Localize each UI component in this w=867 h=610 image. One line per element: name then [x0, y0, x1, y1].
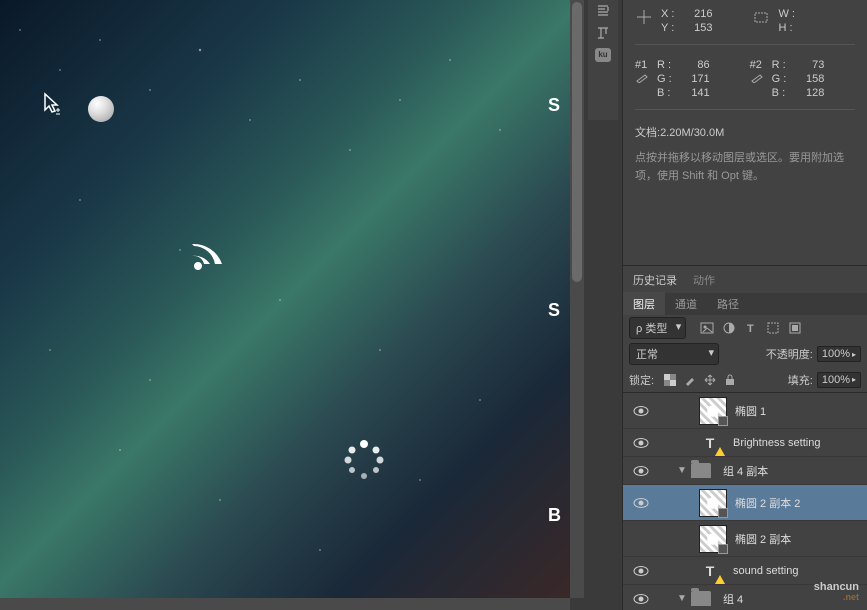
character-tool-icon[interactable] [596, 26, 610, 40]
info-x-value: 216 [682, 8, 712, 20]
tool-hint: 点按并拖移以移动图层或选区。要用附加选项，使用 Shift 和 Opt 键。 [635, 150, 855, 185]
tab-layers[interactable]: 图层 [623, 292, 665, 316]
sample2-b: 128 [794, 87, 824, 99]
actions-tab[interactable]: 动作 [693, 272, 715, 288]
move-cursor-icon [42, 92, 62, 118]
panel-tabs: 图层 通道 路径 [622, 293, 867, 315]
filter-shape-icon[interactable] [766, 321, 780, 335]
collapsed-tool-column: ku [588, 0, 618, 120]
loading-spinner-icon [342, 438, 386, 485]
visibility-toggle[interactable] [627, 405, 655, 417]
folder-icon [691, 591, 711, 606]
sample1-g: 171 [680, 73, 710, 85]
horizontal-scrollbar[interactable] [0, 598, 570, 610]
layer-name: 椭圆 2 副本 [735, 531, 791, 547]
layer-row[interactable]: ▼ 组 4 副本 [623, 457, 867, 485]
canvas-text-s2: S [548, 300, 560, 321]
lock-position-icon[interactable] [704, 374, 716, 386]
layer-name: 椭圆 2 副本 2 [735, 495, 800, 511]
layer-row[interactable]: 椭圆 2 副本 2 [623, 485, 867, 521]
crosshair-icon [635, 8, 653, 26]
info-y-label: Y : [661, 22, 674, 34]
lock-label: 锁定: [629, 372, 654, 388]
doc-label: 文档: [635, 127, 660, 139]
expand-toggle[interactable]: ▼ [677, 465, 691, 476]
layer-name: 椭圆 1 [735, 403, 766, 419]
tab-channels[interactable]: 通道 [665, 292, 707, 316]
lock-transparency-icon[interactable] [664, 374, 676, 386]
visibility-toggle[interactable] [627, 437, 655, 449]
warning-icon [715, 447, 725, 456]
blend-mode-bar: 正常 不透明度: 100% [622, 341, 867, 367]
info-x-label: X : [661, 8, 674, 20]
layer-name: 组 4 [723, 591, 743, 607]
doc-value: 2.20M/30.0M [660, 127, 724, 139]
layer-filter-bar: ρ 类型 T [622, 315, 867, 341]
sample1-b: 141 [680, 87, 710, 99]
paragraph-tool-icon[interactable] [596, 4, 610, 18]
sample1-r: 86 [680, 59, 710, 71]
info-w-label: W : [778, 8, 795, 20]
sample2-r: 73 [794, 59, 824, 71]
layer-name: 组 4 副本 [723, 463, 768, 479]
opacity-label: 不透明度: [766, 346, 813, 362]
svg-text:T: T [747, 323, 754, 335]
canvas[interactable]: S S B [0, 0, 570, 598]
sample1-num: #1 [635, 59, 649, 71]
layer-name: sound setting [733, 565, 798, 577]
eyedropper-icon [750, 73, 764, 83]
visibility-toggle[interactable] [627, 497, 655, 509]
dimensions-icon [752, 8, 770, 26]
blend-mode-select[interactable]: 正常 [629, 343, 719, 365]
layer-row[interactable]: 椭圆 2 副本 [623, 521, 867, 557]
lock-brush-icon[interactable] [684, 374, 696, 386]
info-panel: X :Y : 216153 W :H : #1 R :G :B : 861711… [622, 0, 867, 265]
filter-smartobject-icon[interactable] [788, 321, 802, 335]
info-y-value: 153 [682, 22, 712, 34]
canvas-text-s1: S [548, 95, 560, 116]
sample2-num: #2 [750, 59, 764, 71]
filter-type-select[interactable]: ρ 类型 [629, 317, 686, 339]
filter-image-icon[interactable] [700, 321, 714, 335]
canvas-sphere-object[interactable] [88, 96, 114, 122]
wifi-icon [188, 234, 232, 275]
info-h-label: H : [778, 22, 795, 34]
visibility-toggle[interactable] [627, 565, 655, 577]
layers-list[interactable]: 椭圆 1 T Brightness setting ▼ 组 4 副本椭圆 2 副本 2 椭… [622, 393, 867, 610]
filter-adjustment-icon[interactable] [722, 321, 736, 335]
layer-row[interactable]: T Brightness setting [623, 429, 867, 457]
layer-row[interactable]: 椭圆 1 [623, 393, 867, 429]
expand-toggle[interactable]: ▼ [677, 593, 691, 604]
fill-input[interactable]: 100% [817, 372, 861, 388]
history-actions-tabs: 历史记录 动作 [622, 265, 867, 293]
visibility-toggle[interactable] [627, 465, 655, 477]
layer-row[interactable]: Tsound setting [623, 557, 867, 585]
layer-row[interactable]: ▼ 组 4 [623, 585, 867, 610]
canvas-text-b: B [548, 505, 561, 526]
filter-text-icon[interactable]: T [744, 321, 758, 335]
sample2-g: 158 [794, 73, 824, 85]
tab-paths[interactable]: 路径 [707, 292, 749, 316]
history-tab[interactable]: 历史记录 [633, 272, 677, 288]
fill-label: 填充: [788, 372, 813, 388]
warning-icon [715, 575, 725, 584]
text-layer-icon: T [699, 560, 721, 582]
visibility-toggle[interactable] [627, 593, 655, 605]
eyedropper-icon [635, 73, 649, 83]
lock-all-icon[interactable] [724, 374, 736, 386]
ku-badge-icon[interactable]: ku [595, 48, 611, 62]
opacity-input[interactable]: 100% [817, 346, 861, 362]
vertical-scrollbar[interactable] [570, 0, 584, 598]
layer-thumbnail [699, 525, 727, 553]
folder-icon [691, 463, 711, 478]
layer-thumbnail [699, 489, 727, 517]
layer-name: Brightness setting [733, 437, 820, 449]
text-layer-icon: T [699, 432, 721, 454]
lock-bar: 锁定: 填充: 100% [622, 367, 867, 393]
layer-thumbnail [699, 397, 727, 425]
